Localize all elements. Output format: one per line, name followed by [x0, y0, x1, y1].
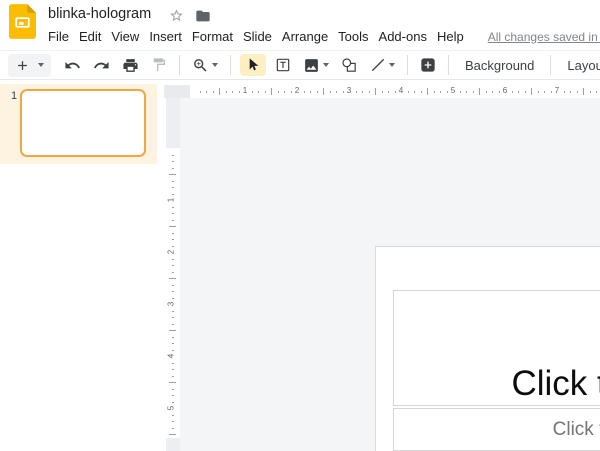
star-outline-icon[interactable] — [169, 8, 184, 23]
toolbar-separator — [179, 55, 180, 75]
document-title[interactable]: blinka-hologram — [48, 6, 151, 22]
subtitle-placeholder[interactable]: Click to add subtitle — [393, 408, 600, 451]
plus-icon — [15, 58, 30, 73]
layout-button[interactable]: Layout — [557, 53, 600, 77]
print-button[interactable] — [119, 54, 142, 77]
ruler-corner — [164, 85, 190, 98]
line-icon — [370, 57, 386, 73]
slide-thumbnail-row[interactable]: 1 — [0, 84, 157, 164]
menu-file[interactable]: File — [48, 28, 69, 45]
insert-shape-button[interactable] — [338, 54, 361, 77]
chevron-down-icon — [323, 63, 329, 67]
undo-button[interactable] — [61, 54, 84, 77]
background-button[interactable]: Background — [455, 53, 544, 77]
menu-view[interactable]: View — [111, 28, 139, 45]
menu-edit[interactable]: Edit — [79, 28, 101, 45]
text-box-button[interactable] — [272, 54, 294, 76]
text-box-icon — [275, 57, 291, 73]
toolbar-separator — [550, 55, 551, 75]
select-tool-button[interactable] — [240, 54, 266, 76]
slide-thumbnail[interactable] — [20, 89, 146, 157]
folder-icon[interactable] — [195, 8, 211, 24]
save-status-link[interactable]: All changes saved in Drive — [488, 30, 600, 44]
vertical-ruler-ticks: 12345 — [166, 148, 180, 438]
subtitle-placeholder-text: Click to add subtitle — [553, 419, 600, 441]
menu-slide[interactable]: Slide — [243, 28, 272, 45]
insert-image-button[interactable] — [300, 54, 332, 77]
chevron-down-icon — [389, 63, 395, 67]
header: blinka-hologram File Edit View Insert Fo… — [0, 0, 600, 51]
slides-logo-icon[interactable] — [9, 4, 36, 39]
horizontal-ruler: 1234567 — [193, 85, 600, 98]
slide-page: Click to add title Click to add subtitle — [375, 246, 600, 451]
toolbar: Background Layout Theme Transition — [0, 51, 600, 80]
chevron-down-icon — [212, 63, 218, 67]
new-slide-button[interactable] — [8, 54, 51, 77]
canvas: Click to add title Click to add subtitle — [180, 98, 600, 451]
toolbar-separator — [448, 55, 449, 75]
zoom-button[interactable] — [189, 54, 221, 77]
menu-arrange[interactable]: Arrange — [282, 28, 328, 45]
menu-addons[interactable]: Add-ons — [379, 28, 427, 45]
title-placeholder[interactable]: Click to add title — [393, 290, 600, 406]
menu-format[interactable]: Format — [192, 28, 233, 45]
redo-button[interactable] — [90, 54, 113, 77]
shape-icon — [341, 57, 358, 74]
menu-help[interactable]: Help — [437, 28, 464, 45]
zoom-in-icon — [192, 57, 209, 74]
add-comment-button[interactable] — [417, 54, 439, 76]
filmstrip: 1 — [0, 81, 163, 451]
paint-format-button[interactable] — [148, 54, 170, 76]
toolbar-separator — [230, 55, 231, 75]
google-slides-window: blinka-hologram File Edit View Insert Fo… — [0, 0, 600, 451]
insert-line-button[interactable] — [367, 54, 398, 76]
add-comment-icon — [420, 57, 436, 73]
title-placeholder-text: Click to add title — [511, 365, 600, 404]
image-icon — [303, 57, 320, 74]
chevron-down-icon — [38, 63, 44, 67]
menu-insert[interactable]: Insert — [149, 28, 182, 45]
menu-tools[interactable]: Tools — [338, 28, 368, 45]
vertical-ruler: 12345 — [166, 98, 180, 451]
slide-number: 1 — [11, 90, 17, 102]
cursor-arrow-icon — [245, 57, 261, 73]
menubar: File Edit View Insert Format Slide Arran… — [48, 28, 600, 45]
toolbar-separator — [407, 55, 408, 75]
